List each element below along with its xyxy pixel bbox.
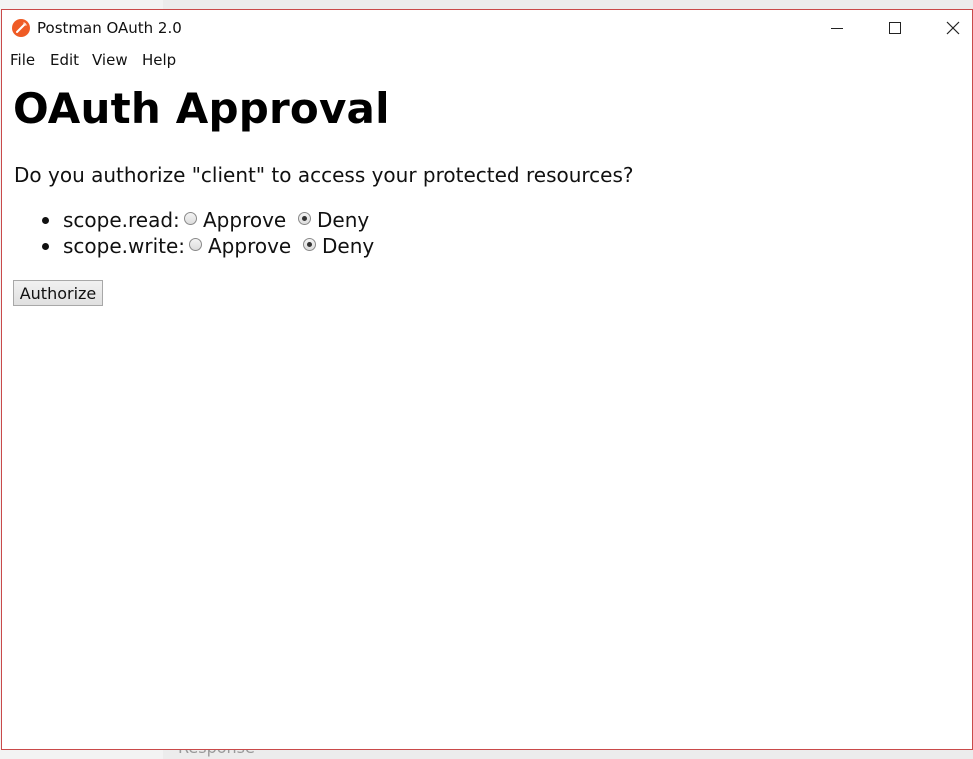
menu-help[interactable]: Help [142, 51, 176, 69]
maximize-button[interactable] [866, 10, 924, 46]
scope-row-write: scope.write: Approve Deny [42, 234, 392, 258]
close-icon [946, 21, 960, 35]
approve-label[interactable]: Approve [208, 234, 291, 258]
minimize-icon [831, 28, 843, 29]
menu-bar: File Edit View Help [2, 51, 972, 73]
menu-edit[interactable]: Edit [50, 51, 79, 69]
oauth-window: Postman OAuth 2.0 File Edit View Help OA… [1, 9, 973, 750]
deny-label[interactable]: Deny [317, 208, 369, 232]
scope-read-deny-radio[interactable] [298, 212, 311, 225]
scope-label: scope.read: [63, 208, 180, 232]
scope-read-approve-radio[interactable] [184, 212, 197, 225]
minimize-button[interactable] [808, 10, 866, 46]
scope-label: scope.write: [63, 234, 186, 258]
postman-app-icon [12, 19, 30, 37]
window-title: Postman OAuth 2.0 [37, 19, 182, 37]
scope-row-read: scope.read: Approve Deny [42, 208, 382, 232]
scope-write-deny-radio[interactable] [303, 238, 316, 251]
bullet-icon [42, 217, 49, 224]
deny-label[interactable]: Deny [322, 234, 374, 258]
scope-write-approve-radio[interactable] [189, 238, 202, 251]
maximize-icon [889, 22, 901, 34]
title-bar: Postman OAuth 2.0 [2, 10, 972, 46]
approve-label[interactable]: Approve [203, 208, 286, 232]
authorize-button[interactable]: Authorize [13, 280, 103, 306]
page-title: OAuth Approval [13, 84, 390, 133]
bullet-icon [42, 243, 49, 250]
authorization-question: Do you authorize "client" to access your… [14, 163, 634, 187]
menu-view[interactable]: View [92, 51, 128, 69]
menu-file[interactable]: File [10, 51, 35, 69]
close-button[interactable] [924, 10, 973, 46]
